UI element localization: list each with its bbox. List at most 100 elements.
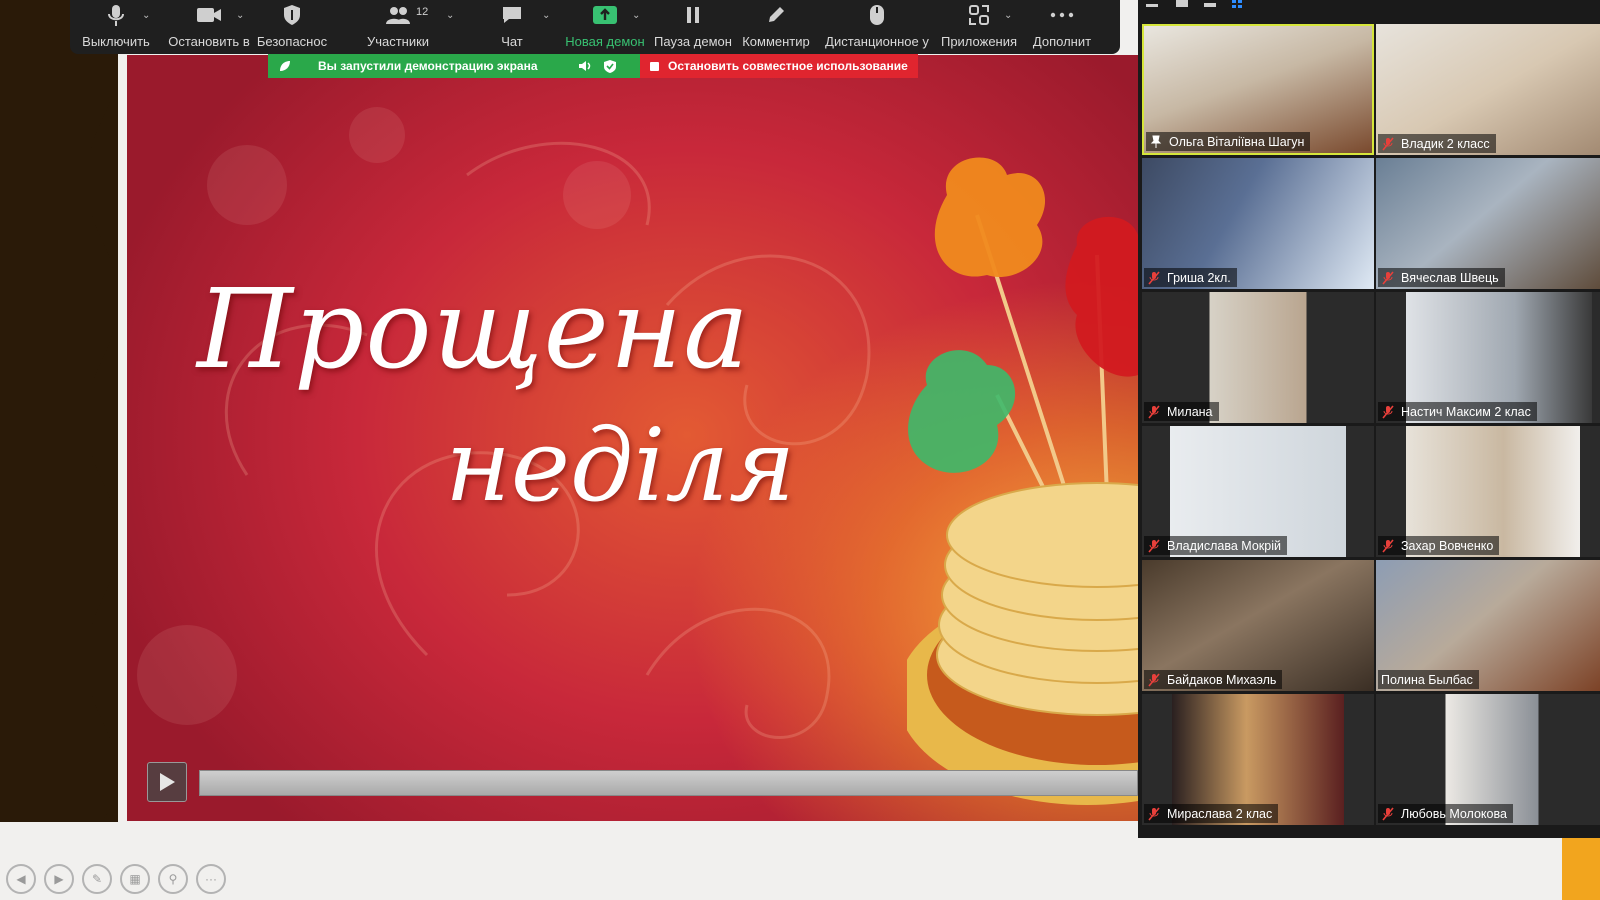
- gallery-view-controls: [1146, 0, 1242, 8]
- more-button[interactable]: Дополнит: [1022, 0, 1102, 54]
- participant-name: Любовь Молокова: [1401, 806, 1507, 821]
- mic-muted-icon: [1148, 806, 1160, 821]
- participant-tile[interactable]: Милана: [1142, 292, 1374, 423]
- mic-muted-icon: [1382, 270, 1394, 285]
- participant-name: Гриша 2кл.: [1167, 270, 1231, 285]
- participant-name: Милана: [1167, 404, 1213, 419]
- participant-name: Байдаков Михаэль: [1167, 672, 1277, 687]
- next-slide-button[interactable]: ▶: [44, 864, 74, 894]
- participant-tile[interactable]: Любовь Молокова: [1376, 694, 1600, 825]
- participant-tile[interactable]: Владислава Мокрій: [1142, 426, 1374, 557]
- see-all-slides-button[interactable]: ▦: [120, 864, 150, 894]
- participants-count: 12: [416, 6, 429, 18]
- screen: Прощена неділя Выключить ⌄ Остановить в …: [0, 0, 1600, 900]
- mic-muted-icon: [1148, 672, 1160, 687]
- participant-tile[interactable]: Вячеслав Швець: [1376, 158, 1600, 289]
- remote-control-label: Дистанционное у: [825, 34, 929, 49]
- participants-gallery: Ольга Віталіївна Шагун Владик 2 класс Гр…: [1138, 0, 1600, 838]
- chat-button[interactable]: Чат: [482, 0, 542, 54]
- participant-name-tag: Вячеслав Швець: [1378, 268, 1505, 287]
- chat-label: Чат: [501, 34, 523, 49]
- video-seek-bar[interactable]: [199, 770, 1138, 796]
- previous-slide-button[interactable]: ◀: [6, 864, 36, 894]
- grid-icon: ▦: [129, 872, 141, 886]
- participant-tile[interactable]: Ольга Віталіївна Шагун: [1142, 24, 1374, 155]
- participant-tile[interactable]: Настич Максим 2 клас: [1376, 292, 1600, 423]
- apps-label: Приложения: [940, 34, 1018, 49]
- stop-square-icon: [650, 61, 659, 71]
- mic-muted-icon: [1148, 538, 1160, 553]
- new-share-label: Новая демон: [565, 34, 645, 49]
- video-camera-icon: [197, 8, 221, 22]
- previous-arrow-icon: ◀: [16, 872, 26, 886]
- participant-name-tag: Владик 2 класс: [1378, 134, 1496, 153]
- speaker-view-icon: [1176, 0, 1188, 7]
- stop-share-button[interactable]: Остановить совместное использование: [640, 54, 918, 78]
- participant-name: Вячеслав Швець: [1401, 270, 1499, 285]
- play-button[interactable]: [147, 762, 187, 802]
- participant-tile[interactable]: Захар Вовченко: [1376, 426, 1600, 557]
- apps-options-caret[interactable]: ⌄: [1004, 10, 1012, 21]
- participant-name: Ольга Віталіївна Шагун: [1169, 134, 1305, 149]
- slide-title-line1: Прощена: [197, 265, 750, 393]
- participant-name-tag: Милана: [1144, 402, 1219, 421]
- mic-muted-icon: [1382, 806, 1394, 821]
- mute-options-caret[interactable]: ⌄: [142, 10, 150, 21]
- security-button[interactable]: Безопаснос: [256, 0, 328, 54]
- pen-tool-button[interactable]: ✎: [82, 864, 112, 894]
- participant-name: Настич Максим 2 клас: [1401, 404, 1531, 419]
- stop-share-label: Остановить совместное использование: [668, 59, 908, 73]
- pen-icon: ✎: [91, 872, 103, 886]
- strip-view-icon: [1204, 3, 1216, 7]
- zoom-share-toolbar: Выключить ⌄ Остановить в ⌄ Безопаснос Уч…: [70, 0, 1120, 54]
- apps-button[interactable]: Приложения: [940, 0, 1018, 54]
- participants-icon: [386, 7, 410, 24]
- stop-video-label: Остановить в: [168, 34, 250, 49]
- mute-button[interactable]: Выключить: [80, 0, 152, 54]
- mic-muted-icon: [1382, 538, 1394, 553]
- participants-options-caret[interactable]: ⌄: [446, 10, 454, 21]
- slide-wave-edge: [88, 0, 117, 820]
- participant-name: Мираслава 2 клас: [1167, 806, 1273, 821]
- participant-tile[interactable]: Гриша 2кл.: [1142, 158, 1374, 289]
- pause-share-label: Пауза демон: [654, 34, 732, 49]
- leaf-icon: [280, 61, 290, 71]
- zoom-slide-button[interactable]: ⚲: [158, 864, 188, 894]
- microphone-icon: [108, 5, 124, 26]
- shield-icon: [284, 5, 300, 25]
- participant-name: Владислава Мокрій: [1167, 538, 1281, 553]
- gallery-grid-icon: [1232, 0, 1242, 8]
- stop-video-button[interactable]: Остановить в: [166, 0, 252, 54]
- participant-tile[interactable]: Полина Былбас: [1376, 560, 1600, 691]
- more-options-button[interactable]: ···: [196, 864, 226, 894]
- annotate-label: Комментир: [742, 34, 810, 49]
- mic-muted-icon: [1382, 136, 1394, 151]
- participant-name-tag: Захар Вовченко: [1378, 536, 1500, 555]
- participant-name-tag: Байдаков Михаэль: [1144, 670, 1283, 689]
- pause-share-button[interactable]: Пауза демон: [650, 0, 736, 54]
- share-screen-icon: [593, 6, 617, 24]
- participant-name-tag: Полина Былбас: [1378, 670, 1479, 689]
- mic-muted-icon: [1382, 404, 1394, 419]
- participant-tile[interactable]: Мираслава 2 клас: [1142, 694, 1374, 825]
- minimize-icon: [1146, 4, 1158, 7]
- speaker-icon[interactable]: [578, 60, 592, 72]
- pin-icon: [1150, 135, 1162, 148]
- remote-control-button[interactable]: Дистанционное у: [824, 0, 930, 54]
- participant-tile[interactable]: Байдаков Михаэль: [1142, 560, 1374, 691]
- mouse-icon: [870, 5, 884, 25]
- pencil-icon: [769, 7, 784, 22]
- participants-label: Участники: [366, 34, 430, 49]
- share-status-bar: Вы запустили демонстрацию экрана: [268, 54, 640, 78]
- new-share-button[interactable]: Новая демон: [562, 0, 648, 54]
- slide-video[interactable]: Прощена неділя: [127, 55, 1138, 821]
- annotate-button[interactable]: Комментир: [738, 0, 814, 54]
- ellipsis-icon: ···: [205, 872, 217, 886]
- apps-icon: [969, 5, 989, 25]
- pause-icon: [687, 7, 699, 23]
- video-options-caret[interactable]: ⌄: [236, 10, 244, 21]
- chat-options-caret[interactable]: ⌄: [542, 10, 550, 21]
- participant-tile[interactable]: Владик 2 класс: [1376, 24, 1600, 155]
- participant-name-tag: Владислава Мокрій: [1144, 536, 1287, 555]
- share-options-caret[interactable]: ⌄: [632, 10, 640, 21]
